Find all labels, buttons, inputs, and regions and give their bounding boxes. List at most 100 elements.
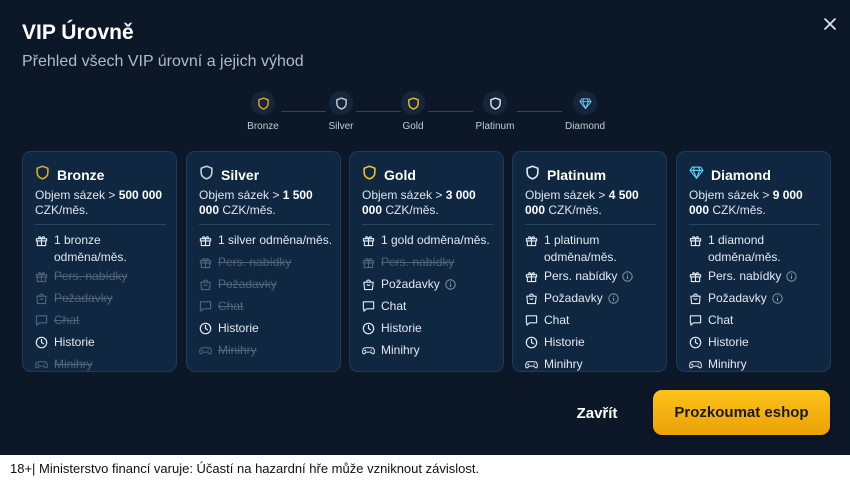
gamepad-icon xyxy=(35,356,54,376)
requirement-prefix: Objem sázek > xyxy=(362,188,446,202)
tier-feature: Požadavky xyxy=(35,290,173,310)
bag-icon xyxy=(525,290,544,310)
close-icon[interactable] xyxy=(821,15,839,33)
requirement-suffix: CZK/měs. xyxy=(382,203,439,217)
feature-label: Minihry xyxy=(218,343,257,357)
info-icon[interactable] xyxy=(617,268,634,287)
gift-icon xyxy=(362,254,381,274)
feature-label: 1 platinum odměna/měs. xyxy=(544,233,617,264)
clock-icon xyxy=(199,320,218,340)
explore-eshop-button[interactable]: Prozkoumat eshop xyxy=(653,390,830,435)
stepper-step-platinum[interactable]: Platinum xyxy=(460,91,530,132)
feature-label: Pers. nabídky xyxy=(708,269,782,283)
info-icon[interactable] xyxy=(603,290,619,309)
modal-subtitle: Přehled všech VIP úrovní a jejich výhod xyxy=(22,53,304,70)
feature-label: Minihry xyxy=(54,357,93,371)
feature-label: Historie xyxy=(544,335,585,349)
tier-name: Bronze xyxy=(57,167,105,183)
shield-icon xyxy=(329,91,353,115)
card-divider xyxy=(689,224,820,225)
card-divider xyxy=(199,224,330,225)
tier-header: Diamond xyxy=(689,165,771,185)
gift-icon xyxy=(199,232,218,252)
tier-header: Platinum xyxy=(525,165,606,185)
feature-label: Historie xyxy=(54,335,95,349)
gift-icon xyxy=(525,232,544,252)
tier-name: Gold xyxy=(384,167,416,183)
tier-feature: Historie xyxy=(199,320,337,340)
requirement-suffix: CZK/měs. xyxy=(545,203,602,217)
gift-icon xyxy=(35,232,54,252)
tier-features: 1 bronze odměna/měs. Pers. nabídky Požad… xyxy=(35,232,173,378)
tier-feature: Historie xyxy=(35,334,173,354)
tier-feature: Minihry xyxy=(35,356,173,376)
tier-feature: Chat xyxy=(362,298,500,318)
stepper-step-bronze[interactable]: Bronze xyxy=(228,91,298,132)
feature-label: Minihry xyxy=(544,357,583,371)
tier-features: 1 gold odměna/měs. Pers. nabídky Požadav… xyxy=(362,232,500,364)
feature-label: Pers. nabídky xyxy=(218,255,292,269)
requirement-suffix: CZK/měs. xyxy=(35,203,89,217)
tier-feature: 1 silver odměna/měs. xyxy=(199,232,337,252)
requirement-value: 500 000 xyxy=(118,188,163,202)
stepper-step-diamond[interactable]: Diamond xyxy=(550,91,620,132)
chat-icon xyxy=(199,298,218,318)
close-button[interactable]: Zavřít xyxy=(567,398,627,428)
bag-icon xyxy=(689,290,708,310)
info-icon[interactable] xyxy=(767,290,783,309)
tier-feature: Pers. nabídky xyxy=(689,268,827,288)
feature-label: Pers. nabídky xyxy=(54,269,128,283)
tier-card-diamond: Diamond Objem sázek > 9 000 000 CZK/měs.… xyxy=(676,151,831,372)
tier-feature: Historie xyxy=(689,334,827,354)
tier-feature: Požadavky xyxy=(362,276,500,296)
stepper-label: Platinum xyxy=(475,121,515,132)
tier-features: 1 diamond odměna/měs. Pers. nabídky Poža… xyxy=(689,232,827,378)
chat-icon xyxy=(35,312,54,332)
shield-icon xyxy=(483,91,507,115)
gamepad-icon xyxy=(362,342,381,362)
tier-name: Platinum xyxy=(547,167,607,183)
bag-icon xyxy=(362,276,381,296)
info-icon[interactable] xyxy=(781,268,798,287)
tier-card-gold: Gold Objem sázek > 3 000 000 CZK/měs. 1 … xyxy=(349,151,504,372)
shield-icon xyxy=(35,165,50,185)
feature-label: Chat xyxy=(544,313,570,327)
feature-label: 1 silver odměna/měs. xyxy=(218,233,333,247)
feature-label: 1 diamond odměna/měs. xyxy=(708,233,781,264)
tier-feature: Požadavky xyxy=(525,290,663,310)
feature-label: Chat xyxy=(708,313,734,327)
tier-card-silver: Silver Objem sázek > 1 500 000 CZK/měs. … xyxy=(186,151,341,372)
requirement-prefix: Objem sázek > xyxy=(689,188,773,202)
tier-feature: Požadavky xyxy=(689,290,827,310)
tier-requirement: Objem sázek > 4 500 000 CZK/měs. xyxy=(525,188,660,218)
gambling-warning: 18+| Ministerstvo financí varuje: Účastí… xyxy=(0,455,850,481)
stepper-step-silver[interactable]: Silver xyxy=(306,91,376,132)
clock-icon xyxy=(362,320,381,340)
feature-label: Požadavky xyxy=(218,277,277,291)
tier-feature: Pers. nabídky xyxy=(199,254,337,274)
gift-icon xyxy=(689,232,708,252)
chat-icon xyxy=(525,312,544,332)
gift-icon xyxy=(199,254,218,274)
feature-label: Historie xyxy=(708,335,749,349)
gift-icon xyxy=(689,268,708,288)
tier-name: Silver xyxy=(221,167,260,183)
info-icon[interactable] xyxy=(440,276,456,295)
tier-feature: Historie xyxy=(525,334,663,354)
tier-feature: Chat xyxy=(35,312,173,332)
stepper-step-gold[interactable]: Gold xyxy=(378,91,448,132)
gamepad-icon xyxy=(199,342,218,362)
chat-icon xyxy=(689,312,708,332)
feature-label: Pers. nabídky xyxy=(544,269,618,283)
tier-feature: Minihry xyxy=(199,342,337,362)
feature-label: Požadavky xyxy=(708,291,767,305)
shield-icon xyxy=(251,91,275,115)
tier-requirement: Objem sázek > 500 000 CZK/měs. xyxy=(35,188,170,218)
bag-icon xyxy=(35,290,54,310)
tier-feature: Pers. nabídky xyxy=(35,268,173,288)
tier-feature: 1 bronze odměna/měs. xyxy=(35,232,173,266)
gift-icon xyxy=(35,268,54,288)
tier-feature: 1 gold odměna/měs. xyxy=(362,232,500,252)
feature-label: Minihry xyxy=(708,357,747,371)
requirement-prefix: Objem sázek > xyxy=(199,188,283,202)
